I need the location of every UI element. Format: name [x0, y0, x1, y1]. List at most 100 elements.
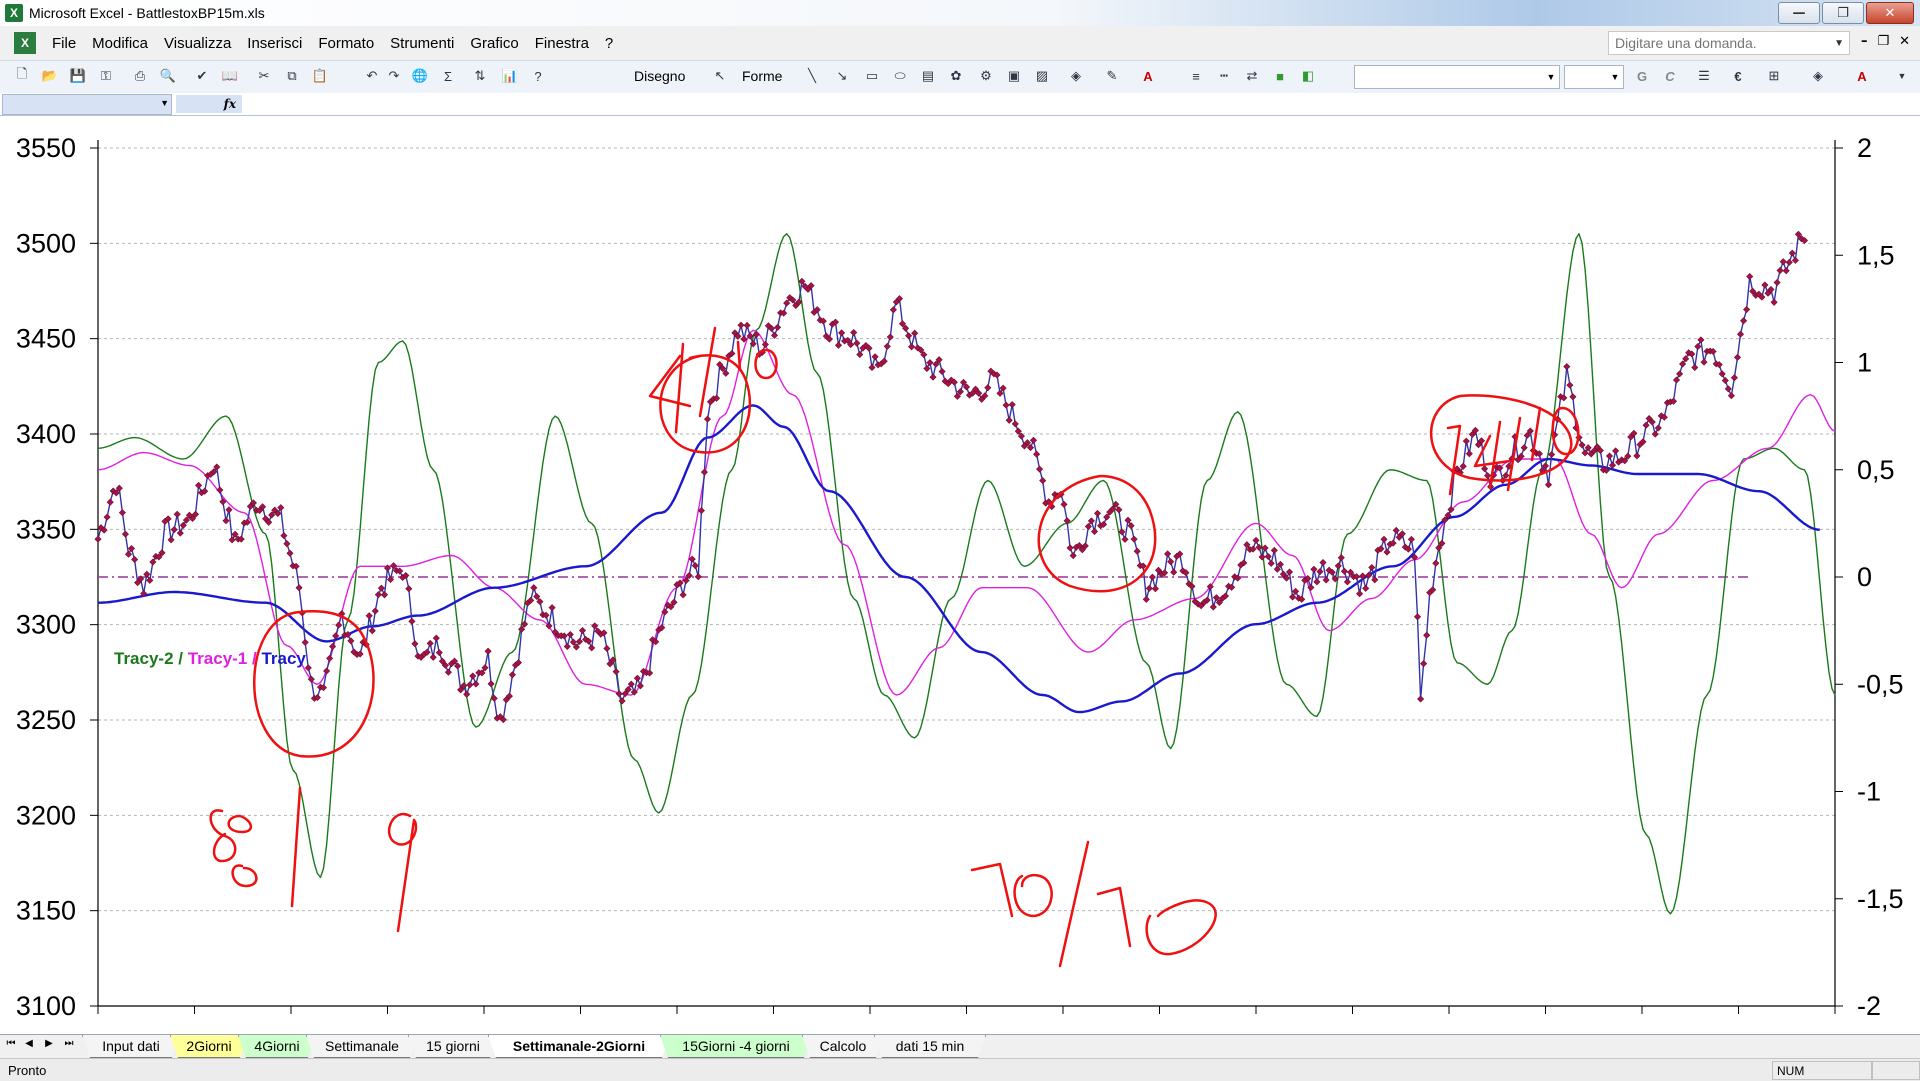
y-right-tick-label: 0	[1857, 562, 1872, 592]
doc-minimize-button[interactable]: –	[1861, 34, 1868, 49]
tab-settimanale-2giorni[interactable]: Settimanale-2Giorni	[488, 1035, 670, 1058]
menu-finestra[interactable]: Finestra	[527, 35, 597, 52]
hyperlink-icon[interactable]: 🌐	[410, 66, 430, 86]
copy-icon[interactable]: ⧉	[282, 66, 302, 86]
wordart-icon[interactable]: ✿	[946, 66, 966, 86]
prev-sheet-icon[interactable]: ◀	[22, 1038, 36, 1049]
oval-tool-icon[interactable]: ⬭	[890, 66, 910, 86]
autosum-icon[interactable]: Σ	[438, 66, 458, 86]
excel-icon[interactable]: X	[5, 4, 23, 22]
next-sheet-icon[interactable]: ▶	[42, 1038, 56, 1049]
diagram-icon[interactable]: ⚙	[976, 66, 996, 86]
chart-area[interactable]: 3100 3150 3200 3250 3300 3350 3400 3450 3500 3550…	[0, 116, 1920, 1034]
borders-icon[interactable]: ⊞	[1764, 66, 1784, 86]
menu-strumenti[interactable]: Strumenti	[382, 35, 462, 52]
price-point	[1566, 381, 1574, 389]
price-point	[1548, 450, 1556, 459]
line-color-icon[interactable]: ✎	[1102, 66, 1122, 86]
dash-style-icon[interactable]: ┅	[1214, 66, 1234, 86]
paste-icon[interactable]: 📋	[310, 66, 330, 86]
toolbar-options-icon[interactable]: ▼	[1892, 66, 1912, 86]
print-preview-icon[interactable]: 🔍	[158, 66, 178, 86]
sort-icon[interactable]: ⇅	[470, 66, 490, 86]
3d-icon[interactable]: ◧	[1298, 66, 1318, 86]
document-window-controls: – ❐ ✕	[1861, 34, 1910, 49]
rectangle-tool-icon[interactable]: ▭	[862, 66, 882, 86]
price-point	[1420, 660, 1428, 668]
redo-icon[interactable]: ↷	[384, 66, 404, 86]
price-point	[1130, 535, 1138, 543]
font-size-combo[interactable]: ▼	[1564, 65, 1624, 89]
arrow-style-icon[interactable]: ⇄	[1242, 66, 1262, 86]
chevron-down-icon[interactable]: ▼	[160, 98, 169, 108]
price-point	[222, 517, 230, 525]
title-bar: X Microsoft Excel - BattlestoxBP15m.xls …	[0, 0, 1920, 26]
research-icon[interactable]: 📖	[220, 66, 240, 86]
y-right-tick-label: -1,5	[1857, 884, 1904, 914]
tab-settimanale[interactable]: Settimanale	[306, 1035, 418, 1058]
doc-close-button[interactable]: ✕	[1899, 34, 1910, 49]
doc-restore-button[interactable]: ❐	[1877, 34, 1889, 49]
chart-wizard-icon[interactable]: 📊	[500, 66, 520, 86]
shapes-menu-button[interactable]: Forme	[742, 68, 782, 84]
shadow-icon[interactable]: ■	[1270, 66, 1290, 86]
name-box[interactable]: ▼	[2, 94, 172, 115]
tab-15-giorni[interactable]: 15 giorni	[408, 1035, 498, 1058]
menu-grafico[interactable]: Grafico	[462, 35, 526, 52]
status-empty-cell	[1872, 1061, 1920, 1080]
line-tool-icon[interactable]: ╲	[802, 66, 822, 86]
minimize-button[interactable]: —	[1778, 2, 1820, 24]
select-arrow-icon[interactable]: ↖	[710, 66, 730, 86]
menu-help[interactable]: ?	[597, 35, 621, 52]
price-point	[335, 621, 343, 629]
save-icon[interactable]: 💾	[68, 66, 88, 86]
open-folder-icon[interactable]: 📂	[40, 66, 60, 86]
draw-menu-button[interactable]: Disegno	[634, 68, 685, 84]
last-sheet-icon[interactable]: ⏭	[62, 1038, 76, 1049]
menu-file[interactable]: File	[44, 35, 84, 52]
workbook-icon[interactable]: X	[14, 32, 36, 54]
permission-icon[interactable]: ⚿	[96, 66, 116, 86]
help-icon[interactable]: ?	[528, 66, 548, 86]
tab-2giorni[interactable]: 2Giorni	[170, 1035, 248, 1058]
price-point	[1164, 550, 1172, 558]
arrow-tool-icon[interactable]: ↘	[832, 66, 852, 86]
bold-button[interactable]: G	[1632, 66, 1652, 86]
menu-inserisci[interactable]: Inserisci	[239, 35, 310, 52]
chevron-down-icon[interactable]: ▼	[1829, 38, 1849, 49]
font-name-combo[interactable]: ▼	[1354, 65, 1560, 89]
fx-icon[interactable]: fx	[176, 95, 242, 113]
euro-currency-button[interactable]: €	[1728, 66, 1748, 86]
line-style-icon[interactable]: ≡	[1186, 66, 1206, 86]
new-file-icon[interactable]: 🗋	[12, 66, 32, 86]
close-button[interactable]: ✕	[1866, 2, 1914, 24]
tab-4giorni[interactable]: 4Giorni	[238, 1035, 316, 1058]
spelling-icon[interactable]: ✔	[192, 66, 212, 86]
help-search-box[interactable]: ▼	[1608, 31, 1850, 55]
menu-modifica[interactable]: Modifica	[84, 35, 156, 52]
menu-formato[interactable]: Formato	[310, 35, 382, 52]
tab-input-dati[interactable]: Input dati	[82, 1035, 180, 1058]
cut-icon[interactable]: ✂	[254, 66, 274, 86]
price-point	[999, 384, 1007, 392]
clipart-icon[interactable]: ▣	[1004, 66, 1024, 86]
fill-color-icon[interactable]: ◈	[1066, 66, 1086, 86]
text-color-icon[interactable]: A	[1852, 66, 1872, 86]
textbox-tool-icon[interactable]: ▤	[918, 66, 938, 86]
tab-15giorni-4-giorni[interactable]: 15Giorni -4 giorni	[660, 1035, 812, 1058]
undo-icon[interactable]: ↶	[362, 66, 382, 86]
price-point	[444, 668, 452, 676]
picture-icon[interactable]: ▨	[1032, 66, 1052, 86]
price-point	[1066, 544, 1074, 552]
first-sheet-icon[interactable]: ⏮	[4, 1038, 18, 1049]
restore-button[interactable]: ❐	[1822, 2, 1864, 24]
highlight-color-icon[interactable]: ◈	[1808, 66, 1828, 86]
menu-visualizza[interactable]: Visualizza	[156, 35, 239, 52]
help-search-input[interactable]	[1609, 34, 1830, 52]
font-color-icon[interactable]: A	[1138, 66, 1158, 86]
print-icon[interactable]: ⎙	[130, 66, 150, 86]
tab-calcolo[interactable]: Calcolo	[802, 1035, 884, 1058]
align-icon[interactable]: ☰	[1694, 66, 1714, 86]
tab-dati-15-min[interactable]: dati 15 min	[874, 1035, 986, 1058]
italic-button[interactable]: C	[1660, 66, 1680, 86]
